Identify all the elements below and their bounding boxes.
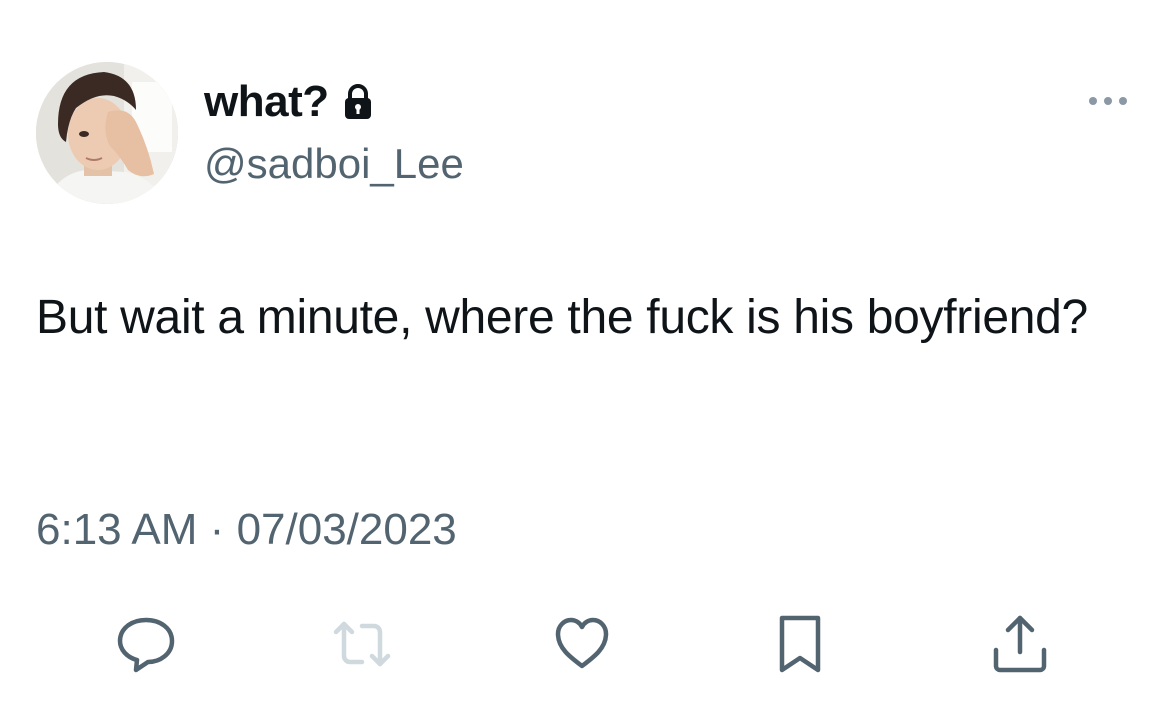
share-button[interactable] (988, 612, 1052, 676)
bookmark-icon (779, 615, 821, 673)
display-name[interactable]: what? (204, 77, 329, 127)
user-handle[interactable]: @sadboi_Lee (204, 140, 464, 188)
meta-separator: · (209, 505, 225, 554)
like-button[interactable] (550, 612, 614, 676)
tweet-date[interactable]: 07/03/2023 (237, 505, 457, 554)
display-name-row: what? (204, 76, 373, 128)
tweet-text: But wait a minute, where the fuck is his… (36, 291, 1088, 344)
tweet: what? @sadboi_Lee But wait a minute, whe… (0, 0, 1170, 706)
lock-icon (343, 84, 373, 120)
tweet-time[interactable]: 6:13 AM (36, 505, 197, 554)
reply-icon (117, 617, 175, 673)
avatar[interactable] (36, 62, 178, 204)
tweet-meta: 6:13 AM · 07/03/2023 (36, 505, 457, 555)
avatar-photo (36, 62, 178, 204)
action-bar (0, 612, 1170, 673)
share-icon (993, 615, 1047, 673)
reply-button[interactable] (114, 612, 178, 676)
retweet-icon (333, 621, 391, 667)
bookmark-button[interactable] (768, 612, 832, 676)
retweet-button[interactable] (330, 612, 394, 676)
more-icon[interactable] (1086, 92, 1130, 110)
like-icon (555, 617, 609, 669)
